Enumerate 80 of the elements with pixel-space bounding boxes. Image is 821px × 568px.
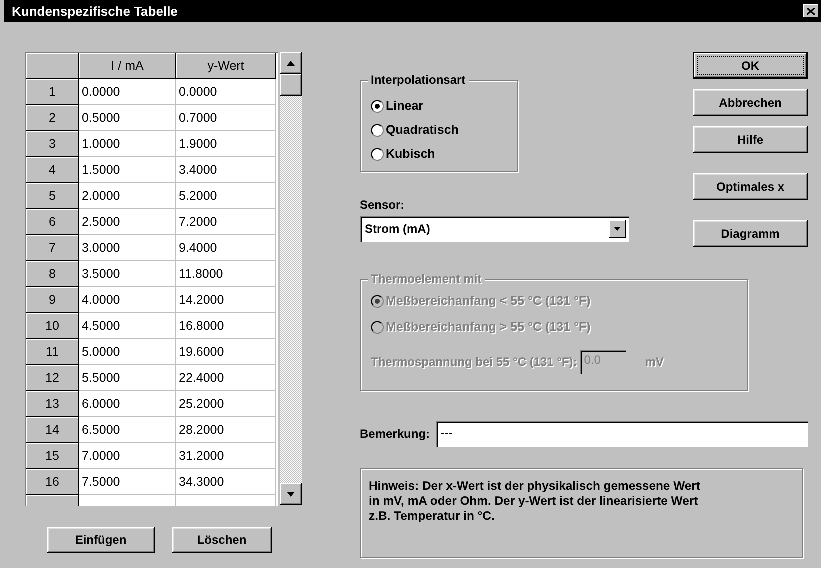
table-cell[interactable]: 4.0000 bbox=[79, 287, 176, 313]
row-header[interactable]: 7 bbox=[26, 235, 79, 261]
row-header[interactable]: 14 bbox=[26, 417, 79, 443]
radio-button[interactable] bbox=[371, 124, 384, 136]
table-cell[interactable]: 25.2000 bbox=[176, 391, 276, 417]
row-header[interactable]: 6 bbox=[26, 209, 79, 235]
remark-field[interactable]: --- bbox=[436, 421, 808, 447]
dialog-button[interactable]: Abbrechen bbox=[693, 89, 808, 116]
table-cell[interactable]: 7.0000 bbox=[79, 443, 176, 469]
table-cell[interactable]: 22.4000 bbox=[176, 365, 276, 391]
table-cell[interactable]: 3.4000 bbox=[176, 157, 276, 183]
radio-button[interactable] bbox=[371, 100, 384, 112]
table-cell[interactable]: 28.2000 bbox=[176, 417, 276, 443]
group-title: Interpolationsart bbox=[368, 73, 469, 87]
row-header[interactable]: 16 bbox=[26, 469, 79, 495]
row-header[interactable]: 12 bbox=[26, 365, 79, 391]
dialog-button[interactable]: Diagramm bbox=[693, 220, 808, 247]
close-icon[interactable] bbox=[803, 4, 819, 18]
table-cell[interactable]: 1.0000 bbox=[79, 131, 176, 157]
scroll-down-icon[interactable] bbox=[280, 483, 302, 505]
table-cell[interactable]: 6.0000 bbox=[79, 391, 176, 417]
dialog-button[interactable]: Hilfe bbox=[693, 126, 808, 153]
dropdown-arrow-icon[interactable] bbox=[609, 220, 626, 238]
radio-label[interactable]: Quadratisch bbox=[386, 123, 459, 137]
column-header[interactable]: I / mA bbox=[79, 53, 176, 79]
column-header[interactable]: y-Wert bbox=[176, 53, 276, 79]
table-cell[interactable]: 7.5000 bbox=[79, 469, 176, 495]
table-cell[interactable]: 9.4000 bbox=[176, 235, 276, 261]
table-cell[interactable]: 4.5000 bbox=[79, 313, 176, 339]
row-header[interactable]: 13 bbox=[26, 391, 79, 417]
group-title: Thermoelement mit bbox=[368, 272, 485, 286]
table-cell[interactable]: 34.3000 bbox=[176, 469, 276, 495]
table-cell[interactable]: 5.2000 bbox=[176, 183, 276, 209]
row-header[interactable]: 11 bbox=[26, 339, 79, 365]
row-header[interactable]: 4 bbox=[26, 157, 79, 183]
table-cell[interactable]: 5.0000 bbox=[79, 339, 176, 365]
scroll-thumb[interactable] bbox=[280, 74, 302, 96]
table-action-button[interactable]: Löschen bbox=[172, 527, 272, 553]
scrollbar[interactable] bbox=[280, 52, 302, 505]
scroll-up-icon[interactable] bbox=[280, 52, 302, 74]
table-cell[interactable]: 0.0000 bbox=[176, 79, 276, 105]
row-header[interactable]: 5 bbox=[26, 183, 79, 209]
radio-label[interactable]: Linear bbox=[386, 99, 424, 113]
table-cell[interactable]: 3.0000 bbox=[79, 235, 176, 261]
row-header[interactable]: 15 bbox=[26, 443, 79, 469]
row-header[interactable]: 10 bbox=[26, 313, 79, 339]
table-cell[interactable]: 3.5000 bbox=[79, 261, 176, 287]
table-cell[interactable]: 14.2000 bbox=[176, 287, 276, 313]
radio-button[interactable] bbox=[371, 148, 384, 160]
table-cell[interactable]: 0.5000 bbox=[79, 105, 176, 131]
table-cell[interactable]: 1.5000 bbox=[79, 157, 176, 183]
table-action-button[interactable]: Einfügen bbox=[47, 527, 155, 553]
row-header[interactable]: 8 bbox=[26, 261, 79, 287]
radio-label[interactable]: Kubisch bbox=[386, 147, 436, 161]
table-cell[interactable]: 1.9000 bbox=[176, 131, 276, 157]
corner-header bbox=[26, 53, 79, 79]
remark-label: Bemerkung: bbox=[360, 427, 430, 441]
table-cell[interactable]: 19.6000 bbox=[176, 339, 276, 365]
sensor-label: Sensor: bbox=[360, 198, 406, 212]
table-cell[interactable]: 6.5000 bbox=[79, 417, 176, 443]
table-cell[interactable]: 2.5000 bbox=[79, 209, 176, 235]
table-cell[interactable]: 11.8000 bbox=[176, 261, 276, 287]
row-header[interactable]: 2 bbox=[26, 105, 79, 131]
table-cell[interactable]: 2.0000 bbox=[79, 183, 176, 209]
sensor-dropdown[interactable]: Strom (mA) bbox=[360, 216, 629, 242]
hint-text: Hinweis: Der x-Wert ist der physikalisch gemessene Wert in mV, mA oder Ohm. Der y-Wert ist der linearisierte Wert z.B. Temperatur in °C. bbox=[360, 468, 803, 558]
row-header[interactable]: 9 bbox=[26, 287, 79, 313]
table-cell[interactable]: 0.7000 bbox=[176, 105, 276, 131]
table-cell[interactable]: 5.5000 bbox=[79, 365, 176, 391]
row-header[interactable]: 3 bbox=[26, 131, 79, 157]
table-cell[interactable]: 7.2000 bbox=[176, 209, 276, 235]
voltage-label: Thermospannung bei 55 °C (131 °F): bbox=[371, 355, 578, 369]
window-title: Kundenspezifische Tabelle bbox=[12, 4, 178, 18]
row-header[interactable]: 1 bbox=[26, 79, 79, 105]
table-cell[interactable]: 31.2000 bbox=[176, 443, 276, 469]
dialog-button[interactable]: Optimales x bbox=[693, 173, 808, 200]
table-cell[interactable]: 0.0000 bbox=[79, 79, 176, 105]
dialog-button[interactable]: OK bbox=[693, 52, 808, 79]
table-cell[interactable]: 16.8000 bbox=[176, 313, 276, 339]
unit-label: mV bbox=[645, 355, 664, 369]
